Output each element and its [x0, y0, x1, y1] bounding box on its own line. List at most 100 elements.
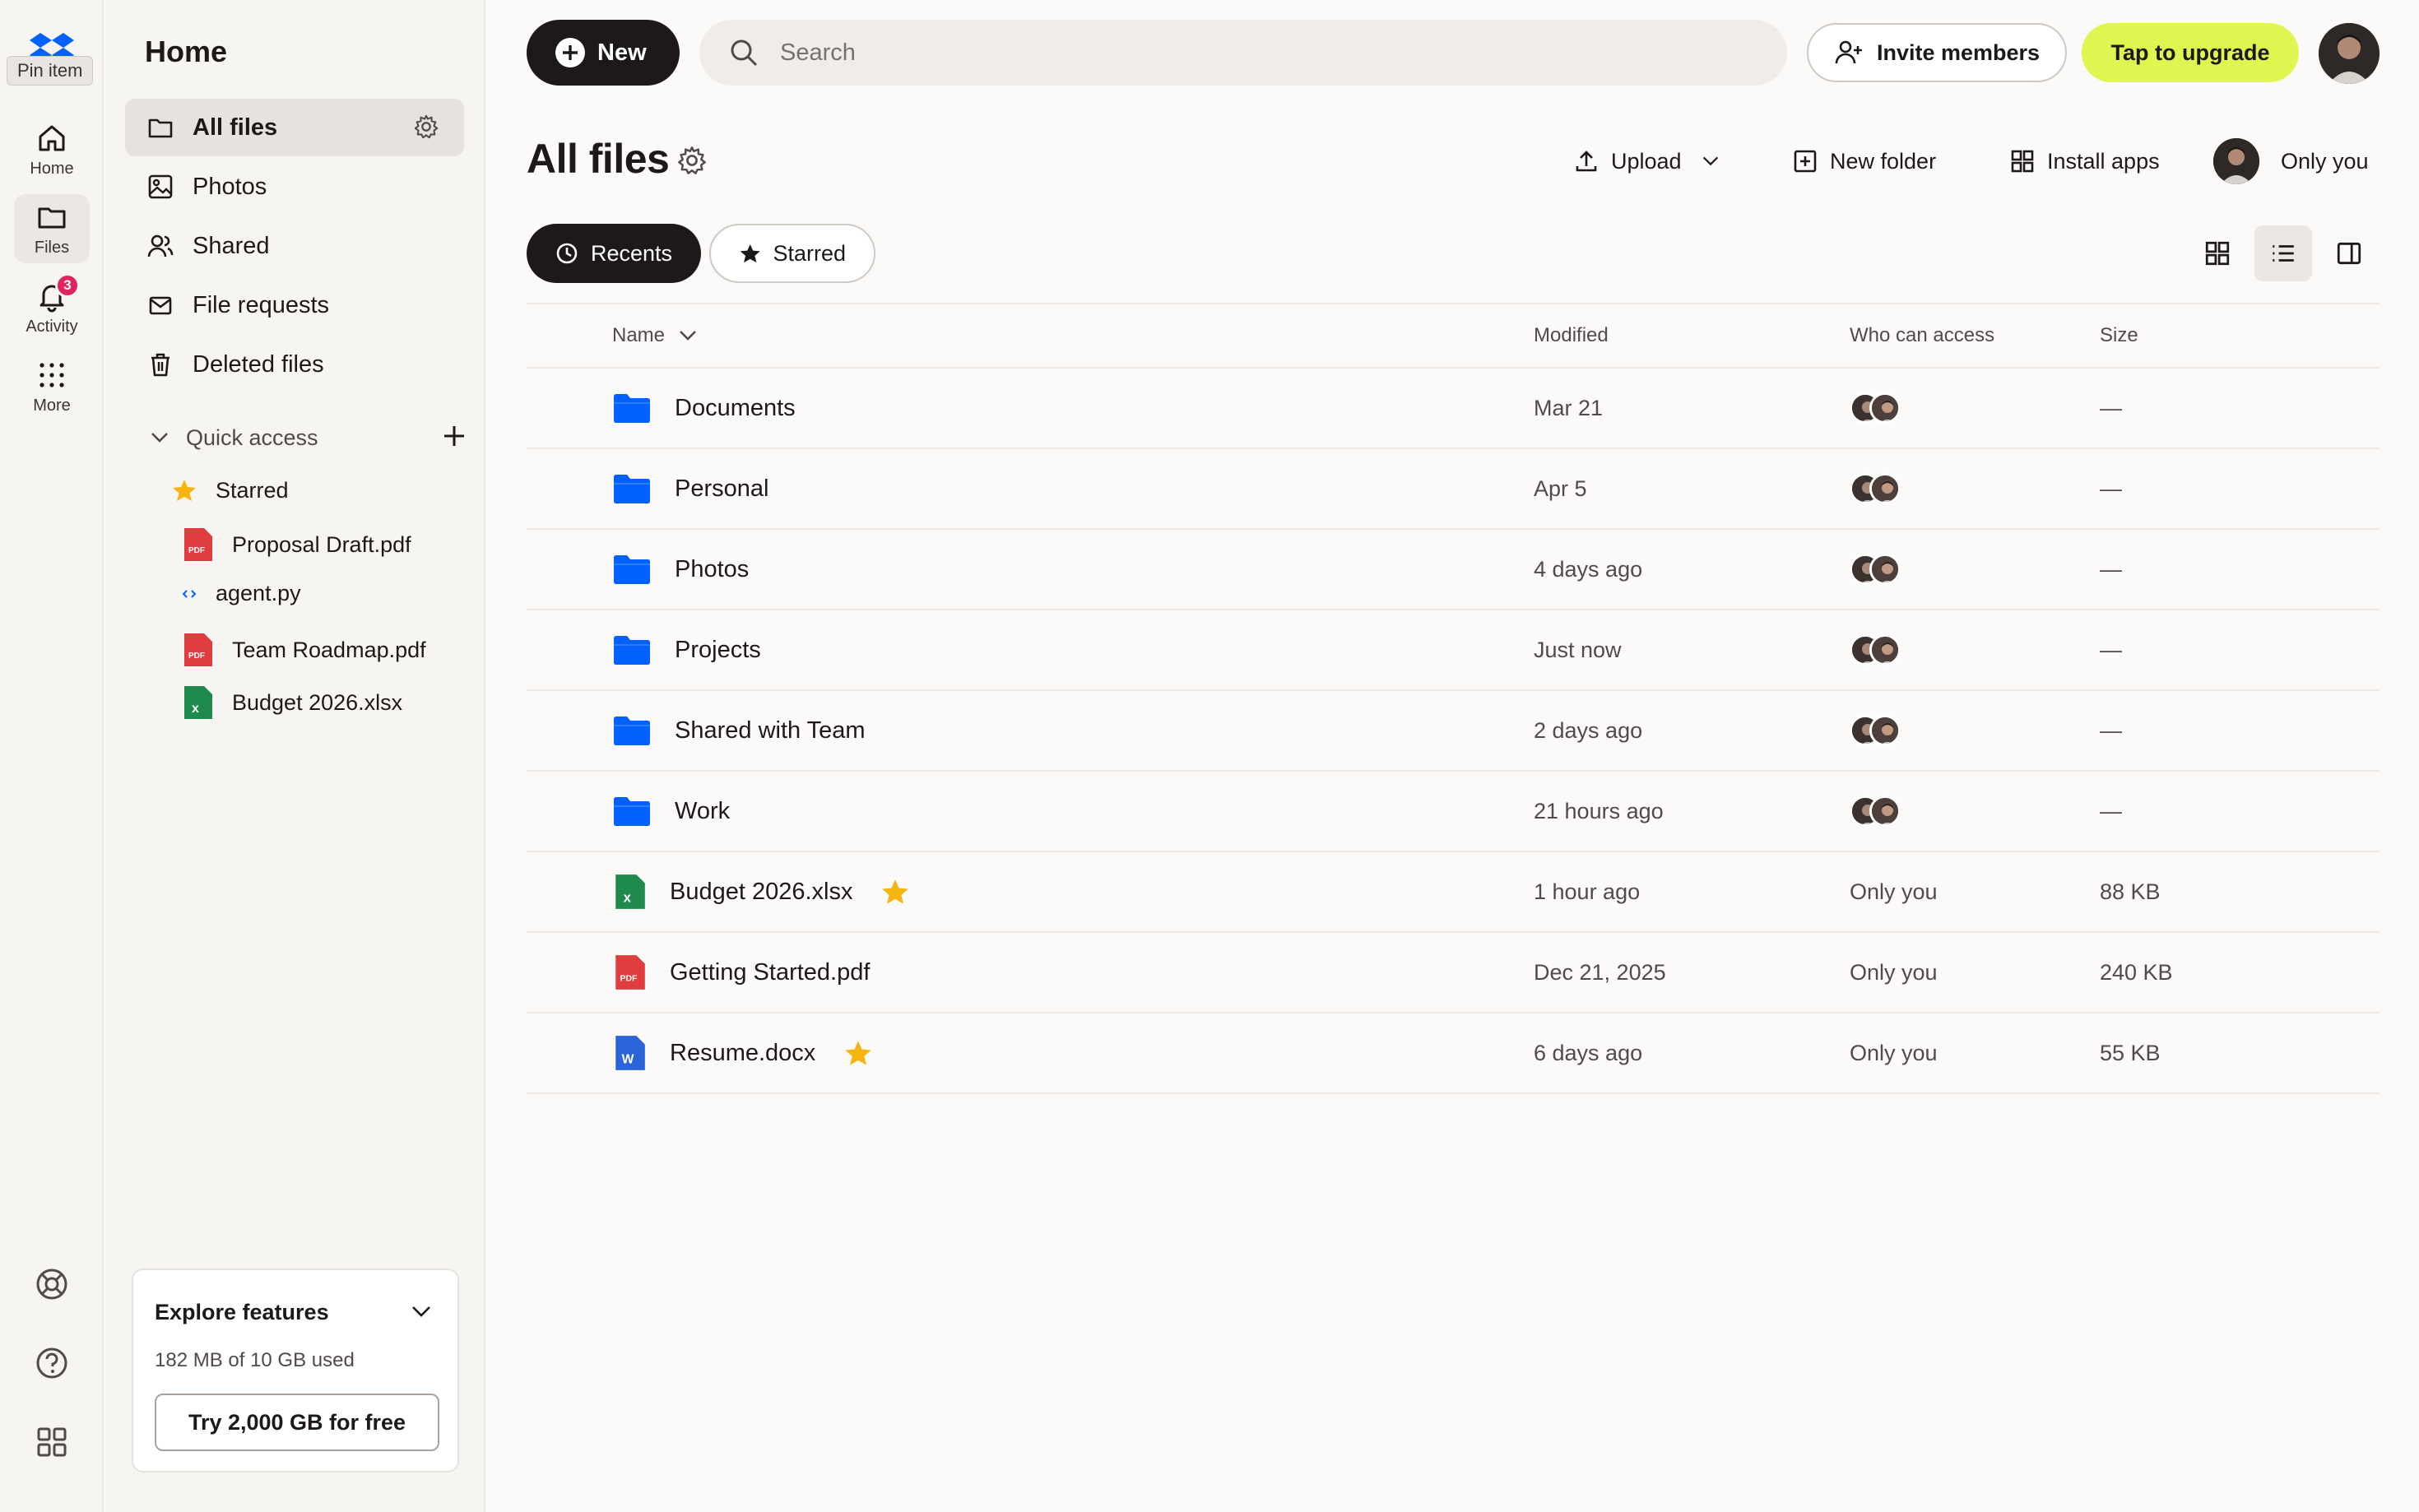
member-avatar — [1869, 715, 1901, 746]
name-cell[interactable]: Shared with Team — [612, 691, 866, 770]
sidebar-item-file-requests[interactable]: File requests — [125, 276, 464, 334]
table-row[interactable]: PDF Getting Started.pdf Dec 21, 2025 Only y… — [527, 933, 2380, 1013]
sidebar-item-label: Shared — [193, 232, 270, 259]
access-avatars[interactable] — [1850, 691, 1901, 770]
column-header-access[interactable]: Who can access — [1850, 324, 1994, 347]
rail-item-activity[interactable]: Activity 3 — [14, 273, 90, 342]
size-cell: — — [2100, 395, 2122, 420]
rail-item-label: Files — [34, 238, 70, 257]
column-header-name[interactable]: Name — [612, 324, 699, 347]
name-cell[interactable]: Photos — [612, 530, 749, 609]
name-cell[interactable]: Documents — [612, 369, 796, 448]
sidebar-item-deleted-files[interactable]: Deleted files — [125, 336, 464, 393]
folder-icon — [614, 394, 650, 423]
quick-access-item-label: Proposal Draft.pdf — [232, 531, 411, 557]
name-cell[interactable]: Projects — [612, 610, 761, 689]
storage-usage: 182 MB of 10 GB used — [155, 1349, 355, 1371]
starred-icon[interactable] — [880, 877, 910, 907]
new-button[interactable]: New — [527, 20, 680, 86]
quick-access-item-label: Budget 2026.xlsx — [232, 689, 403, 715]
search-input[interactable] — [780, 39, 1685, 67]
name-cell[interactable]: Personal — [612, 449, 768, 528]
nav-rail: Pin item Home Files Activity 3 More — [0, 0, 104, 1512]
list-view-button[interactable] — [2254, 225, 2312, 281]
owner-label: Only you — [2281, 148, 2369, 174]
name-cell[interactable]: PDF Getting Started.pdf — [612, 933, 870, 1012]
quick-access-label: Quick access — [186, 424, 318, 450]
sidebar-item-photos[interactable]: Photos — [125, 158, 464, 216]
table-row[interactable]: Personal Apr 5 — — [527, 449, 2380, 530]
rail-item-files[interactable]: Files — [14, 194, 90, 263]
new-folder-button[interactable]: New folder — [1792, 140, 1936, 183]
upgrade-button[interactable]: Tap to upgrade — [2082, 23, 2299, 82]
apps-icon — [2011, 150, 2034, 173]
explore-features-card: Explore features 182 MB of 10 GB used Tr… — [132, 1269, 459, 1473]
sidebar-item-all-files[interactable]: All files — [125, 99, 464, 156]
gear-icon[interactable] — [676, 145, 708, 176]
table-row[interactable]: Shared with Team 2 days ago — — [527, 691, 2380, 772]
clock-icon — [556, 243, 578, 264]
table-row[interactable]: Documents Mar 21 — — [527, 369, 2380, 449]
quick-access-item-agent-py[interactable]: agent.py — [181, 581, 301, 606]
try-more-storage-button[interactable]: Try 2,000 GB for free — [155, 1394, 439, 1451]
column-header-modified[interactable]: Modified — [1534, 324, 1609, 347]
tab-recents[interactable]: Recents — [527, 224, 701, 283]
table-header: Name Modified Who can access Size — [527, 303, 2380, 369]
apps-icon[interactable] — [31, 1422, 72, 1463]
rail-item-home[interactable]: Home — [14, 115, 90, 184]
modified-cell: 21 hours ago — [1534, 798, 1664, 823]
quick-access-header[interactable]: Quick access — [148, 418, 469, 457]
rail-item-more[interactable]: More — [14, 352, 90, 421]
quick-access-item-label: agent.py — [216, 581, 301, 605]
name-cell[interactable]: W Resume.docx — [612, 1013, 873, 1092]
file-name: Documents — [675, 394, 796, 421]
account-avatar[interactable] — [2319, 23, 2380, 84]
starred-icon[interactable] — [843, 1038, 873, 1068]
access-avatars[interactable] — [1850, 772, 1901, 851]
help-icon[interactable] — [31, 1343, 72, 1384]
pdf-icon: PDF — [615, 955, 645, 990]
quick-access-item-label: Starred — [216, 477, 289, 503]
search-bar[interactable] — [699, 20, 1787, 86]
trash-icon — [151, 353, 169, 377]
access-avatars[interactable] — [1850, 610, 1901, 689]
pin-item-tooltip: Pin item — [7, 56, 94, 86]
star-icon — [173, 480, 196, 501]
toggle-side-panel-button[interactable] — [2320, 225, 2378, 281]
sidebar-item-label: File requests — [193, 291, 330, 318]
add-quick-access-icon[interactable] — [439, 421, 469, 451]
access-avatars[interactable] — [1850, 369, 1901, 448]
size-cell: — — [2100, 475, 2122, 501]
grid-view-button[interactable] — [2189, 225, 2246, 281]
upload-icon — [1576, 151, 1597, 172]
table-row[interactable]: W Resume.docx 6 days ago Only you 55 KB — [527, 1013, 2380, 1094]
quick-access-item-team-roadmap[interactable]: PDF Team Roadmap.pdf — [181, 632, 426, 668]
gear-icon[interactable] — [413, 114, 439, 140]
page-title: All files — [527, 136, 670, 182]
name-cell[interactable]: Work — [612, 772, 730, 851]
table-row[interactable]: Photos 4 days ago — — [527, 530, 2380, 610]
column-header-size[interactable]: Size — [2100, 324, 2138, 347]
access-avatars[interactable] — [1850, 530, 1901, 609]
name-cell[interactable]: x Budget 2026.xlsx — [612, 852, 910, 931]
size-cell: 88 KB — [2100, 879, 2161, 904]
modified-cell: 4 days ago — [1534, 556, 1643, 582]
access-owner-button[interactable]: Only you — [2213, 137, 2369, 186]
sidebar-item-shared[interactable]: Shared — [125, 217, 464, 275]
table-row[interactable]: x Budget 2026.xlsx 1 hour ago Only you 88 KB — [527, 852, 2380, 933]
invite-members-button[interactable]: Invite members — [1807, 23, 2067, 82]
chevron-down-icon[interactable] — [410, 1300, 433, 1323]
chevron-down-icon[interactable] — [148, 426, 171, 449]
install-apps-button[interactable]: Install apps — [2009, 140, 2160, 183]
tab-starred[interactable]: Starred — [709, 224, 875, 283]
support-icon[interactable] — [31, 1264, 72, 1305]
quick-access-item-proposal-draft[interactable]: PDF Proposal Draft.pdf — [181, 526, 411, 563]
quick-access-item-starred[interactable]: Starred — [171, 477, 289, 503]
quick-access-item-budget-2026[interactable]: x Budget 2026.xlsx — [181, 684, 402, 721]
table-row[interactable]: Projects Just now — — [527, 610, 2380, 691]
access-avatars[interactable] — [1850, 449, 1901, 528]
modified-cell: Mar 21 — [1534, 395, 1604, 420]
table-body: Documents Mar 21 — Personal Apr 5 — Photos 4 da… — [527, 369, 2380, 1094]
upload-button[interactable]: Upload — [1573, 140, 1721, 183]
table-row[interactable]: Work 21 hours ago — — [527, 772, 2380, 852]
